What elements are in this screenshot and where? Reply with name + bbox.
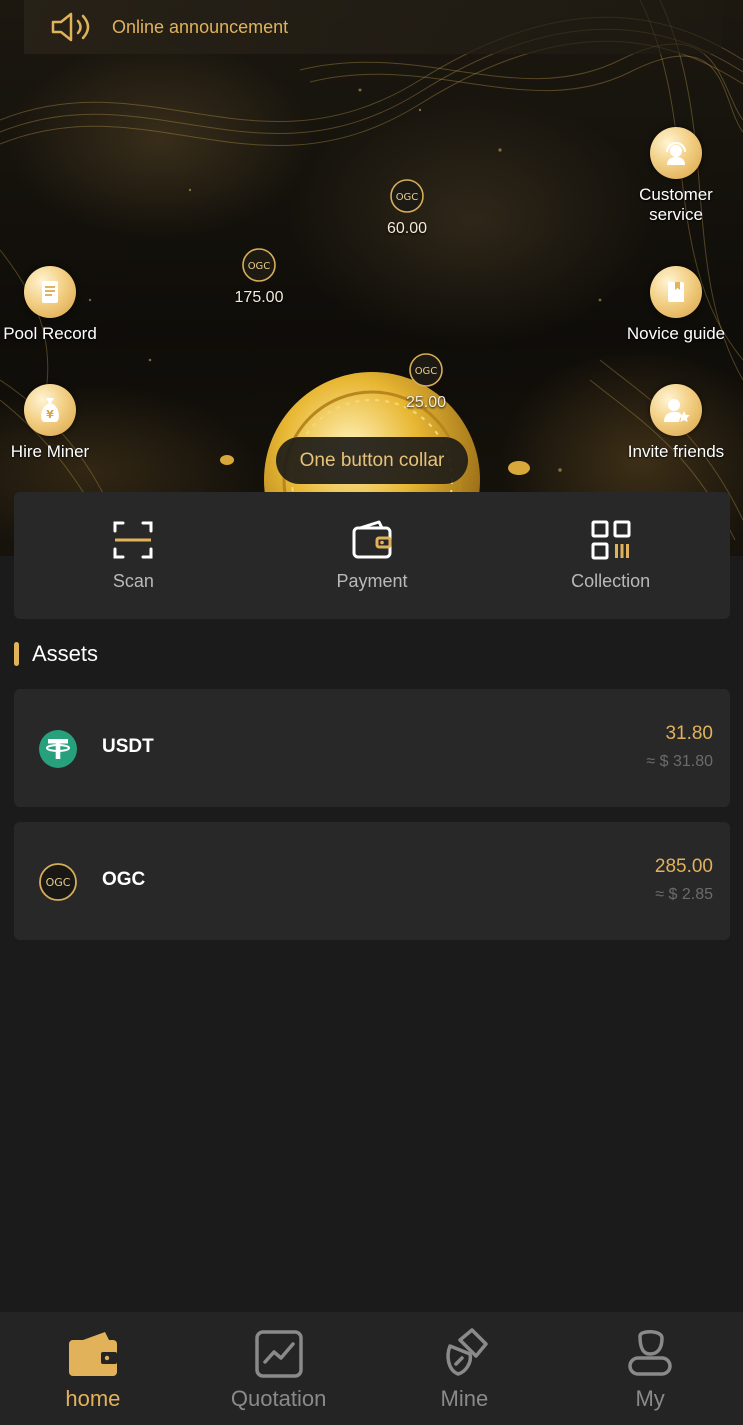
novice-guide-label: Novice guide (626, 324, 726, 343)
headset-icon (666, 142, 686, 165)
document-icon (42, 281, 58, 303)
asset-name: USDT (102, 736, 154, 757)
nav-home[interactable]: home (0, 1312, 186, 1425)
assets-section-title: Assets (14, 640, 98, 668)
novice-guide-button[interactable]: Novice guide (617, 266, 735, 344)
assets-title-text: Assets (32, 641, 99, 666)
ogc-reward-value: 25.00 (405, 394, 447, 411)
ogc-reward-bubble[interactable]: OGC 175.00 (214, 247, 304, 307)
announcement-text: Online announcement (112, 16, 289, 37)
user-icon (628, 1330, 672, 1376)
book-icon (668, 282, 684, 302)
asset-row-usdt[interactable]: USDT 31.80 ≈ $ 31.80 (14, 689, 730, 807)
pool-record-label: Pool Record (3, 324, 97, 343)
ogc-reward-bubble[interactable]: OGC 25.00 (381, 352, 471, 412)
tether-icon (39, 730, 77, 768)
nav-mine-label: Mine (440, 1386, 489, 1411)
money-bag-icon: ¥ (41, 398, 59, 422)
announcement-bar[interactable]: Online announcement (24, 0, 722, 54)
ogc-reward-bubble[interactable]: OGC 60.00 (362, 178, 452, 238)
scan-button[interactable]: Scan (14, 492, 253, 619)
hero-banner: Online announcement Pool Record ¥ Hire M… (0, 0, 743, 556)
add-user-icon (664, 399, 690, 422)
invite-friends-button[interactable]: Invite friends (617, 384, 735, 462)
ogc-coin-icon: OGC (390, 179, 424, 213)
speaker-icon (51, 12, 90, 42)
ogc-coin-icon: OGC (409, 353, 443, 387)
wallet-icon (68, 1332, 117, 1376)
customer-service-button[interactable]: Customer service (622, 127, 730, 225)
payment-label: Payment (336, 571, 408, 591)
svg-text:OGC: OGC (248, 261, 271, 272)
svg-text:¥: ¥ (46, 408, 54, 421)
nav-home-label: home (65, 1386, 121, 1411)
pickaxe-icon (446, 1328, 489, 1376)
svg-text:OGC: OGC (396, 192, 419, 203)
nav-my[interactable]: My (557, 1312, 743, 1425)
hire-miner-button[interactable]: ¥ Hire Miner (0, 384, 104, 462)
chart-icon (254, 1330, 303, 1378)
svg-text:OGC: OGC (415, 366, 438, 377)
collection-button[interactable]: Collection (491, 492, 730, 619)
asset-amount: 285.00 (654, 856, 713, 877)
customer-service-label: Customer service (639, 185, 713, 224)
invite-friends-label: Invite friends (627, 442, 725, 461)
hire-miner-label: Hire Miner (10, 442, 90, 461)
ogc-reward-value: 60.00 (386, 220, 428, 237)
scan-icon (113, 521, 153, 559)
quick-actions-bar: Scan Payment Collection (14, 492, 730, 619)
asset-row-ogc[interactable]: OGC OGC 285.00 ≈ $ 2.85 (14, 822, 730, 940)
bottom-navigation: home Quotation Mine My (0, 1312, 743, 1425)
asset-name: OGC (102, 869, 146, 890)
payment-button[interactable]: Payment (253, 492, 492, 619)
nav-my-label: My (635, 1386, 665, 1411)
nav-mine[interactable]: Mine (372, 1312, 558, 1425)
one-button-collect-button[interactable]: One button collar (276, 437, 468, 484)
svg-text:OGC: OGC (46, 876, 71, 889)
asset-amount: 31.80 (665, 723, 713, 744)
collection-label: Collection (571, 571, 651, 591)
qr-code-icon (591, 520, 631, 560)
wallet-icon (352, 520, 392, 559)
nav-quotation-label: Quotation (230, 1386, 327, 1411)
ogc-reward-value: 175.00 (234, 289, 284, 306)
ogc-icon: OGC (39, 863, 77, 901)
pool-record-button[interactable]: Pool Record (0, 266, 104, 344)
scan-label: Scan (112, 571, 154, 591)
asset-usd-value: ≈ $ 2.85 (655, 886, 713, 903)
title-accent-bar (14, 642, 19, 666)
ogc-coin-icon: OGC (242, 248, 276, 282)
asset-usd-value: ≈ $ 31.80 (646, 753, 713, 770)
nav-quotation[interactable]: Quotation (186, 1312, 372, 1425)
